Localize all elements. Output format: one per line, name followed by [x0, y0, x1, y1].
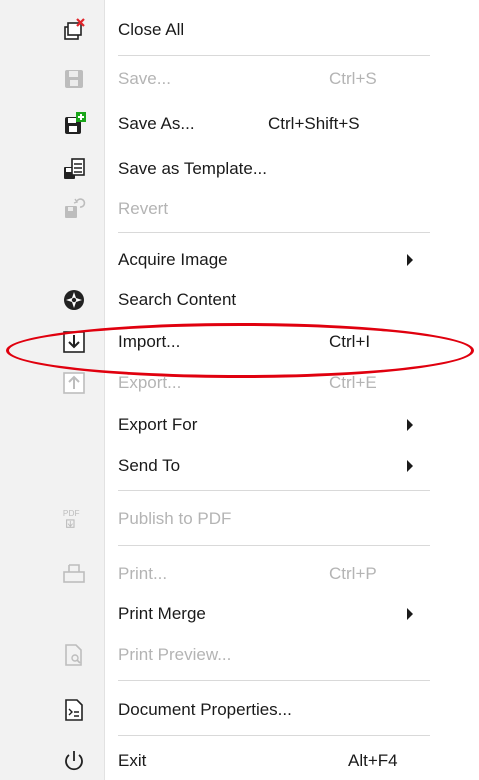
menu-item-document-properties[interactable]: Document Properties... — [0, 693, 479, 727]
menu-item-label: Print Merge — [118, 604, 206, 623]
search-content-icon — [62, 288, 86, 312]
separator — [118, 545, 430, 546]
separator — [118, 55, 430, 56]
menu-item-save[interactable]: Save... Ctrl+S — [0, 62, 479, 96]
menu-item-label: Save As... — [118, 114, 195, 133]
shortcut-text: Alt+F4 — [348, 751, 398, 770]
svg-text:PDF: PDF — [63, 508, 80, 518]
close-all-icon — [62, 18, 86, 42]
separator — [118, 232, 430, 233]
separator — [118, 735, 430, 736]
menu-item-label: Revert — [118, 199, 169, 218]
menu-item-label: Export For — [118, 415, 198, 434]
highlight-ring — [6, 323, 474, 378]
menu-item-label: Print... — [118, 564, 168, 583]
menu-item-exit[interactable]: Exit Alt+F4 — [0, 744, 479, 778]
menu-item-label: Close All — [118, 20, 185, 39]
separator — [118, 490, 430, 491]
print-preview-icon — [62, 643, 86, 667]
submenu-arrow-icon — [407, 460, 413, 472]
menu-item-label: Search Content — [118, 290, 237, 309]
menu-item-label: Save... — [118, 69, 171, 88]
shortcut-text: Ctrl+S — [329, 69, 377, 88]
menu-item-print-preview[interactable]: Print Preview... — [0, 638, 479, 672]
menu-item-save-as-template[interactable]: Save as Template... — [0, 152, 479, 186]
shortcut-text: Ctrl+E — [329, 373, 377, 392]
menu-item-print[interactable]: Print... Ctrl+P — [0, 557, 479, 591]
power-icon — [62, 749, 86, 773]
pdf-icon: PDF — [62, 507, 86, 531]
submenu-arrow-icon — [407, 608, 413, 620]
menu-item-export-for[interactable]: Export For — [0, 408, 479, 442]
menu-item-label: Exit — [118, 751, 147, 770]
menu-item-label: Acquire Image — [118, 250, 228, 269]
menu-item-send-to[interactable]: Send To — [0, 449, 479, 483]
menu-item-acquire-image[interactable]: Acquire Image — [0, 243, 479, 277]
menu-item-publish-to-pdf[interactable]: PDF Publish to PDF — [0, 502, 479, 536]
menu-item-search-content[interactable]: Search Content — [0, 283, 479, 317]
menu-item-label: Save as Template... — [118, 159, 267, 178]
menu-item-label: Print Preview... — [118, 645, 232, 664]
menu-item-print-merge[interactable]: Print Merge — [0, 597, 479, 631]
save-icon — [62, 67, 86, 91]
menu-item-close-all[interactable]: Close All — [0, 13, 479, 47]
separator — [118, 680, 430, 681]
revert-icon — [62, 197, 86, 221]
shortcut-text: Ctrl+P — [329, 564, 377, 583]
save-template-icon — [62, 157, 86, 181]
shortcut-text: Ctrl+Shift+S — [268, 114, 360, 133]
submenu-arrow-icon — [407, 254, 413, 266]
document-properties-icon — [62, 698, 86, 722]
export-icon — [62, 371, 86, 395]
menu-item-label: Document Properties... — [118, 700, 292, 719]
menu-item-label: Publish to PDF — [118, 509, 232, 528]
menu-item-revert[interactable]: Revert — [0, 192, 479, 226]
menu-item-label: Send To — [118, 456, 181, 475]
submenu-arrow-icon — [407, 419, 413, 431]
menu-item-save-as[interactable]: Save As... Ctrl+Shift+S — [0, 107, 479, 141]
print-icon — [62, 562, 86, 586]
save-as-icon — [62, 112, 86, 136]
